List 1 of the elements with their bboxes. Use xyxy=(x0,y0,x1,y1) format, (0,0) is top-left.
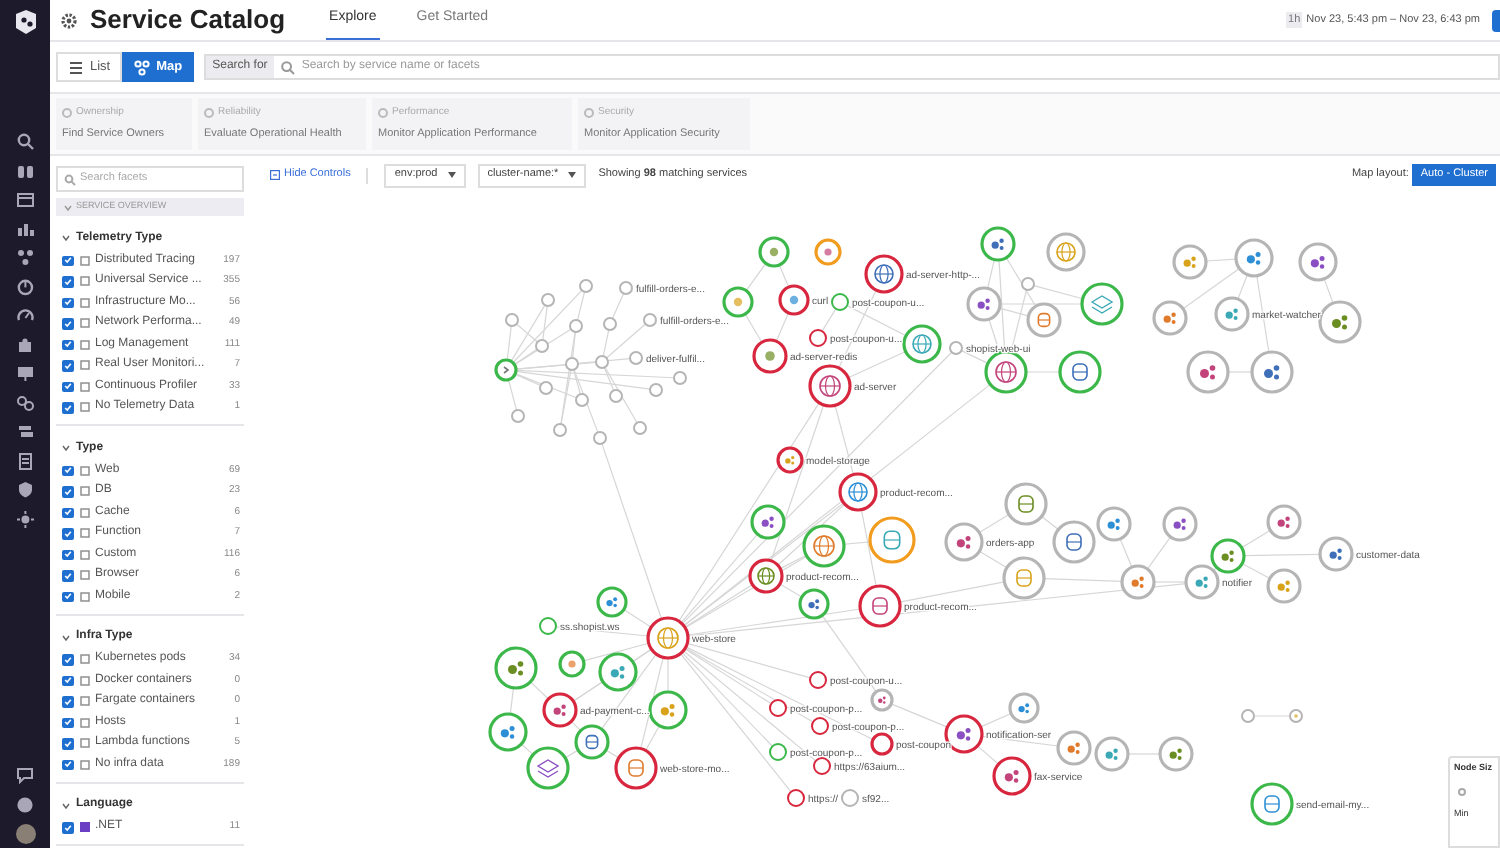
page-title: Service Catalog xyxy=(90,2,286,39)
